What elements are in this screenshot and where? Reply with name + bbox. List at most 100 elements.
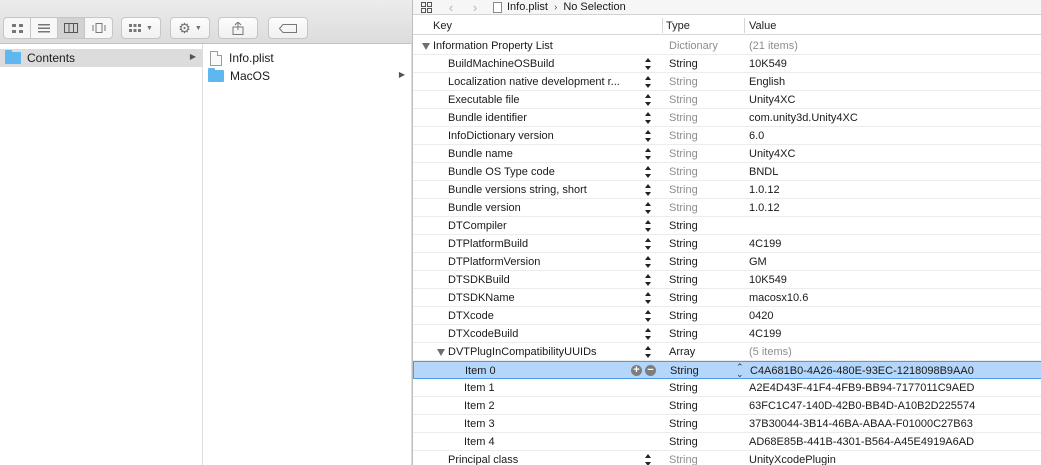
plist-array-row[interactable]: DVTPlugInCompatibilityUUIDs Array (5 items… [413,343,1041,361]
key-stepper-icon[interactable] [645,292,652,304]
plist-row[interactable]: DTXcodeBuild String 4C199 [413,325,1041,343]
key-cell[interactable]: DTSDKBuild [448,271,510,289]
type-cell[interactable]: Array [669,343,695,361]
type-cell[interactable]: String [669,181,698,199]
key-stepper-icon[interactable] [645,220,652,232]
value-cell[interactable]: A2E4D43F-41F4-4FB9-BB94-7177011C9AED [749,379,974,397]
finder-item-contents[interactable]: Contents ▶ [0,49,202,67]
plist-row[interactable]: DTPlatformVersion String GM [413,253,1041,271]
plist-row[interactable]: Bundle identifier String com.unity3d.Unity… [413,109,1041,127]
value-cell[interactable]: BNDL [749,163,778,181]
key-stepper-icon[interactable] [645,166,652,178]
related-items-button[interactable] [413,1,439,13]
type-cell[interactable]: String [669,127,698,145]
column-divider[interactable] [662,18,663,33]
value-cell[interactable]: 0420 [749,307,773,325]
plist-row[interactable]: Bundle version String 1.0.12 [413,199,1041,217]
share-button[interactable] [218,17,258,39]
key-cell[interactable]: DTCompiler [448,217,507,235]
plist-row[interactable]: InfoDictionary version String 6.0 [413,127,1041,145]
value-cell[interactable]: 1.0.12 [749,199,780,217]
type-cell[interactable]: String [669,235,698,253]
type-cell[interactable]: String [669,415,698,433]
action-button[interactable]: ⚙ ▼ [170,17,210,39]
value-cell[interactable]: AD68E85B-441B-4301-B564-A45E4919A6AD [749,433,974,451]
value-cell[interactable]: macosx10.6 [749,289,808,307]
key-stepper-icon[interactable] [645,238,652,250]
type-cell[interactable]: String [669,397,698,415]
tags-button[interactable] [268,17,308,39]
key-cell[interactable]: Item 4 [464,433,495,451]
plist-row[interactable]: DTSDKBuild String 10K549 [413,271,1041,289]
plist-root-row[interactable]: Information Property List Dictionary (21 i… [413,37,1041,55]
key-cell[interactable]: DTXcodeBuild [448,325,518,343]
type-cell[interactable]: String [669,307,698,325]
key-cell[interactable]: DTPlatformVersion [448,253,540,271]
key-stepper-icon[interactable] [645,94,652,106]
type-cell[interactable]: String [670,362,699,380]
key-cell[interactable]: Item 3 [464,415,495,433]
key-stepper-icon[interactable] [645,202,652,214]
view-mode-segmented-control[interactable] [3,17,113,39]
finder-item-macos[interactable]: MacOS ▶ [203,67,411,85]
add-item-icon[interactable]: + [631,365,642,376]
remove-item-icon[interactable]: − [645,365,656,376]
plist-row[interactable]: Localization native development r... Stri… [413,73,1041,91]
value-column-header[interactable]: Value [749,16,776,35]
disclosure-triangle-icon[interactable] [437,349,445,356]
key-stepper-icon[interactable] [645,274,652,286]
key-cell[interactable]: Localization native development r... [448,73,620,91]
cover-flow-button[interactable] [85,18,112,38]
value-cell[interactable]: 6.0 [749,127,764,145]
key-cell[interactable]: Principal class [448,451,518,465]
value-cell[interactable]: 1.0.12 [749,181,780,199]
value-cell[interactable]: English [749,73,785,91]
value-cell[interactable]: 37B30044-3B14-46BA-ABAA-F01000C27B63 [749,415,973,433]
type-column-header[interactable]: Type [666,16,690,35]
type-cell[interactable]: String [669,163,698,181]
list-view-button[interactable] [31,18,58,38]
type-cell[interactable]: String [669,289,698,307]
plist-row[interactable]: Principal class String UnityXcodePlugin [413,451,1041,465]
type-cell[interactable]: String [669,145,698,163]
type-cell[interactable]: String [669,91,698,109]
plist-array-item-row[interactable]: Item 1 String A2E4D43F-41F4-4FB9-BB94-7177… [413,379,1041,397]
plist-row[interactable]: Executable file String Unity4XC [413,91,1041,109]
key-stepper-icon[interactable] [645,76,652,88]
key-cell[interactable]: Bundle OS Type code [448,163,555,181]
finder-item-info-plist[interactable]: Info.plist [203,49,411,67]
key-cell[interactable]: Bundle identifier [448,109,527,127]
value-cell[interactable]: GM [749,253,767,271]
key-stepper-icon[interactable] [645,310,652,322]
key-column-header[interactable]: Key [433,16,452,35]
value-cell[interactable]: 10K549 [749,55,787,73]
type-cell[interactable]: String [669,109,698,127]
type-cell[interactable]: String [669,379,698,397]
key-cell[interactable]: Executable file [448,91,520,109]
plist-array-item-row[interactable]: Item 4 String AD68E85B-441B-4301-B564-A45E… [413,433,1041,451]
value-cell[interactable]: Unity4XC [749,91,795,109]
value-cell[interactable]: 4C199 [749,325,781,343]
type-cell[interactable]: String [669,217,698,235]
disclosure-triangle-icon[interactable] [422,43,430,50]
plist-row[interactable]: Bundle name String Unity4XC [413,145,1041,163]
key-cell[interactable]: Item 0 [465,362,496,380]
key-stepper-icon[interactable] [645,58,652,70]
plist-array-item-row[interactable]: Item 3 String 37B30044-3B14-46BA-ABAA-F010… [413,415,1041,433]
type-cell[interactable]: String [669,253,698,271]
value-cell[interactable]: C4A681B0-4A26-480E-93EC-1218098B9AA0 [750,362,974,380]
value-cell[interactable]: 10K549 [749,271,787,289]
key-cell[interactable]: DTXcode [448,307,494,325]
value-cell[interactable]: UnityXcodePlugin [749,451,836,465]
plist-row[interactable]: Bundle versions string, short String 1.0.1… [413,181,1041,199]
value-cell[interactable]: (5 items) [749,343,792,361]
jumpbar-selection[interactable]: No Selection [563,1,625,13]
key-cell[interactable]: Item 1 [464,379,495,397]
key-cell[interactable]: Bundle versions string, short [448,181,587,199]
plist-array-item-row[interactable]: Item 0 + − String ⌃ ⌄ C4A681B0-4A26-480E-93EC-… [413,361,1041,379]
plist-row[interactable]: DTCompiler String [413,217,1041,235]
key-cell[interactable]: Information Property List [433,37,553,55]
key-cell[interactable]: DTSDKName [448,289,515,307]
key-cell[interactable]: DVTPlugInCompatibilityUUIDs [448,343,597,361]
key-stepper-icon[interactable] [645,148,652,160]
